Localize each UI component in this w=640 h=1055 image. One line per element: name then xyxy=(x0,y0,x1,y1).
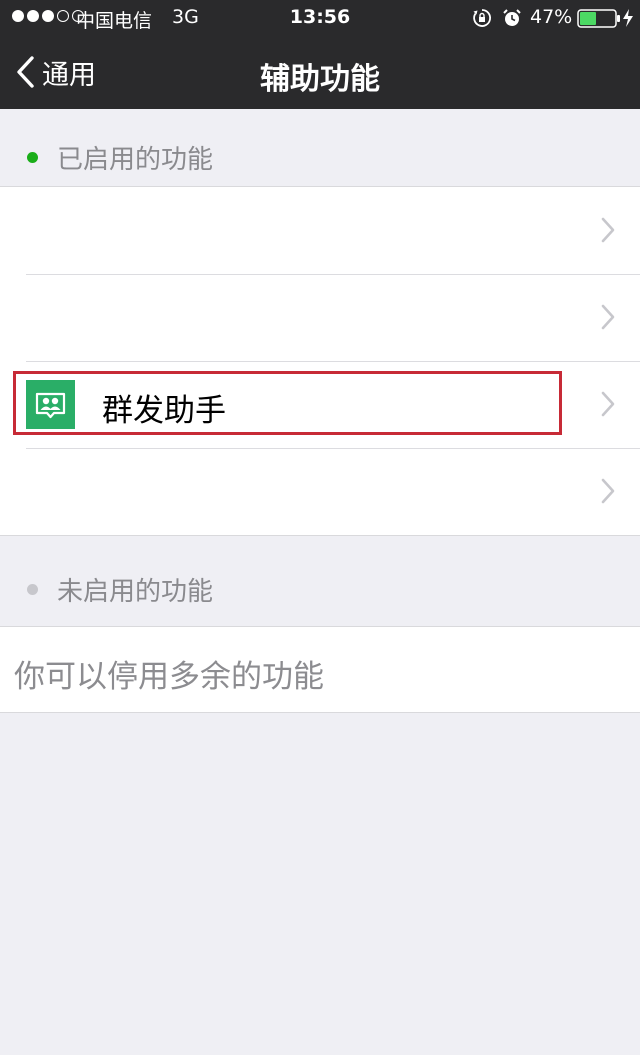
list-item[interactable] xyxy=(0,448,640,535)
orientation-lock-icon xyxy=(473,9,491,27)
alarm-icon xyxy=(503,9,521,26)
navigation-bar: 通用 辅助功能 xyxy=(0,36,640,109)
screen: 中国电信 3G 13:56 47% 通用 辅助功能 已启用的功能 群发助手 未启… xyxy=(0,0,640,1055)
chevron-right-icon xyxy=(601,304,615,330)
chevron-right-icon xyxy=(601,391,615,417)
disabled-section-title: 未启用的功能 xyxy=(57,576,214,607)
highlight-box xyxy=(13,371,562,435)
battery-percentage: 47% xyxy=(530,6,573,28)
chevron-right-icon xyxy=(601,217,615,243)
list-item[interactable] xyxy=(0,187,640,274)
disabled-section-header: 未启用的功能 xyxy=(0,550,640,628)
charging-icon xyxy=(623,9,633,27)
hint-text: 你可以停用多余的功能 xyxy=(14,659,324,695)
disabled-features-hint: 你可以停用多余的功能 xyxy=(0,626,640,713)
status-bar: 中国电信 3G 13:56 47% xyxy=(0,0,640,36)
page-title: 辅助功能 xyxy=(260,62,380,97)
chevron-right-icon xyxy=(601,478,615,504)
battery-icon xyxy=(577,9,620,28)
enabled-section-header: 已启用的功能 xyxy=(0,118,640,196)
enabled-features-list: 群发助手 xyxy=(0,186,640,536)
disabled-indicator-dot xyxy=(27,583,38,595)
list-item[interactable] xyxy=(0,274,640,361)
list-item-mass-messaging[interactable]: 群发助手 xyxy=(0,361,640,448)
enabled-indicator-dot xyxy=(27,151,38,163)
enabled-section-title: 已启用的功能 xyxy=(57,144,214,175)
